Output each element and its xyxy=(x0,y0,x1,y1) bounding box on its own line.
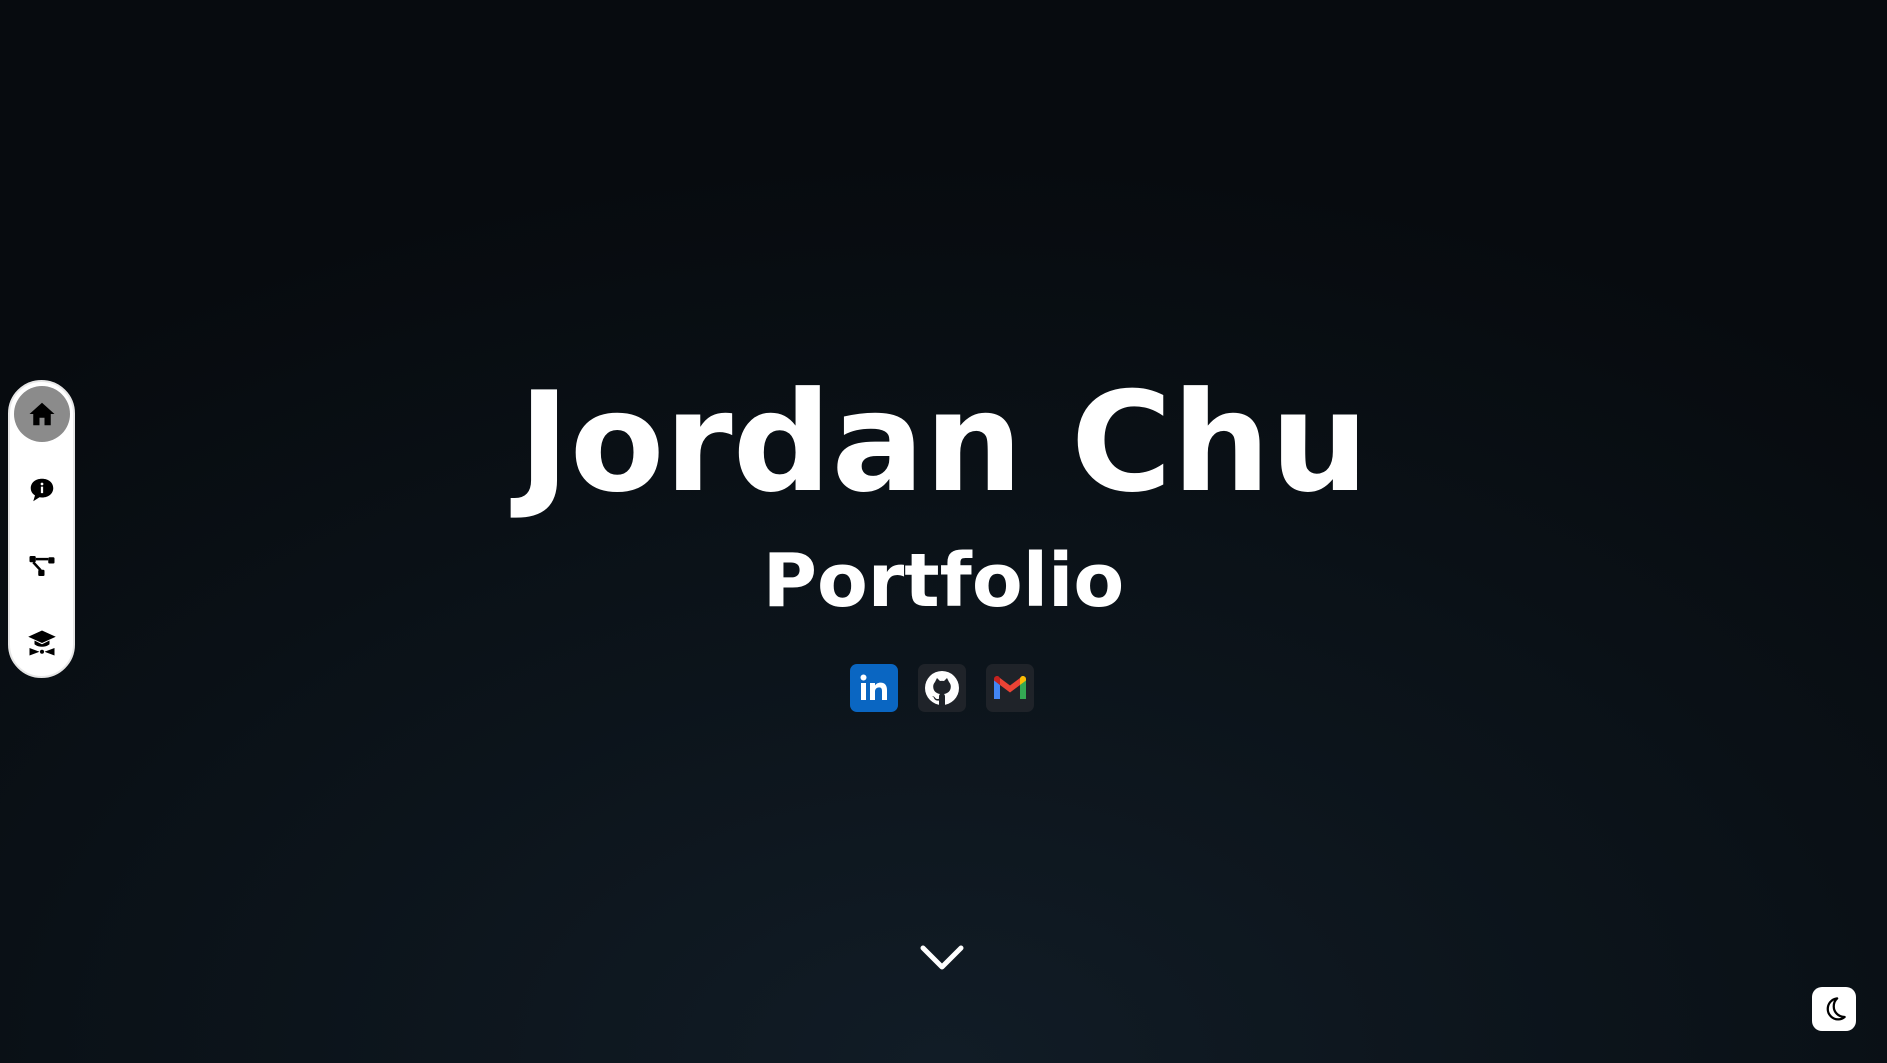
chevron-down-icon xyxy=(920,945,964,970)
linkedin-icon xyxy=(860,674,887,700)
hero-name: Jordan Chu xyxy=(518,362,1369,523)
linkedin-link[interactable] xyxy=(850,664,898,712)
hero-subtitle: Portfolio xyxy=(762,538,1125,624)
moon-icon xyxy=(1826,997,1846,1021)
gmail-link[interactable] xyxy=(986,664,1034,712)
gmail-icon xyxy=(994,675,1026,699)
social-links xyxy=(850,664,1034,712)
github-link[interactable] xyxy=(918,664,966,712)
theme-toggle-button[interactable] xyxy=(1812,987,1856,1031)
github-icon xyxy=(925,671,959,706)
scroll-down-button[interactable] xyxy=(916,940,968,976)
graduation-cap-icon xyxy=(27,630,56,656)
